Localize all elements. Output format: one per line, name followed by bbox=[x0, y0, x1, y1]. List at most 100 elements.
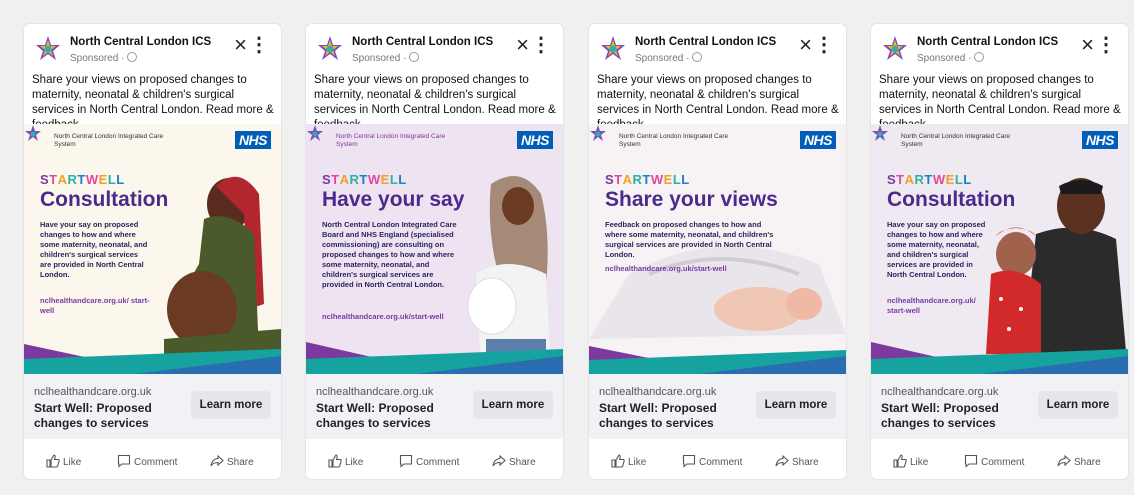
nhs-logo: NHS bbox=[234, 131, 271, 149]
post-footer: nclhealthandcare.org.uk Start Well: Prop… bbox=[306, 374, 563, 439]
action-bar: Like Comment Share bbox=[871, 454, 1128, 472]
thumbs-up-icon bbox=[611, 454, 625, 468]
ad-card-3: North Central London ICS Sponsored · × ⋮… bbox=[589, 24, 846, 479]
link-title[interactable]: Start Well: Proposed changes to services bbox=[34, 401, 174, 431]
ad-image[interactable]: North Central London Integrated Care Sys… bbox=[589, 124, 846, 374]
comment-button[interactable]: Comment bbox=[964, 454, 1024, 468]
sponsored-label: Sponsored · bbox=[635, 52, 703, 64]
ad-body: North Central London Integrated Care Boa… bbox=[322, 220, 457, 289]
comment-icon bbox=[117, 454, 131, 468]
link-domain[interactable]: nclhealthandcare.org.uk bbox=[316, 386, 433, 398]
ad-image[interactable]: North Central London Integrated Care Sys… bbox=[871, 124, 1128, 374]
thumbs-up-icon bbox=[46, 454, 60, 468]
like-label: Like bbox=[628, 457, 647, 468]
ad-image[interactable]: North Central London Integrated Care Sys… bbox=[24, 124, 281, 374]
like-label: Like bbox=[63, 457, 82, 468]
sponsored-label: Sponsored · bbox=[70, 52, 138, 64]
share-button[interactable]: Share bbox=[1057, 454, 1101, 468]
page-name[interactable]: North Central London ICS bbox=[70, 36, 211, 48]
nhs-logo: NHS bbox=[799, 131, 836, 149]
comment-label: Comment bbox=[981, 457, 1025, 468]
ad-link[interactable]: nclhealthandcare.org.uk/ start-well bbox=[40, 296, 150, 316]
page-name[interactable]: North Central London ICS bbox=[635, 36, 776, 48]
close-icon[interactable]: × bbox=[234, 34, 247, 56]
link-domain[interactable]: nclhealthandcare.org.uk bbox=[881, 386, 998, 398]
post-header: North Central London ICS Sponsored · × ⋮… bbox=[306, 24, 563, 132]
ncl-logo-icon[interactable] bbox=[881, 34, 909, 62]
sponsored-text: Sponsored · bbox=[635, 53, 690, 64]
share-icon bbox=[1057, 454, 1071, 467]
start-well-label: START WELL bbox=[322, 172, 407, 187]
learn-more-button[interactable]: Learn more bbox=[1038, 391, 1118, 419]
ncl-small-logo-icon bbox=[590, 125, 606, 141]
comment-button[interactable]: Comment bbox=[682, 454, 742, 468]
link-title[interactable]: Start Well: Proposed changes to services bbox=[599, 401, 739, 431]
ad-image[interactable]: North Central London Integrated Care Sys… bbox=[306, 124, 563, 374]
post-footer: nclhealthandcare.org.uk Start Well: Prop… bbox=[24, 374, 281, 439]
ncl-small-logo-icon bbox=[307, 125, 323, 141]
ad-card-1: North Central London ICS Sponsored · × ⋮… bbox=[24, 24, 281, 479]
comment-label: Comment bbox=[699, 457, 743, 468]
close-icon[interactable]: × bbox=[799, 34, 812, 56]
ad-link[interactable]: nclhealthandcare.org.uk/ start-well bbox=[887, 296, 987, 316]
share-label: Share bbox=[227, 457, 254, 468]
ad-link[interactable]: nclhealthandcare.org.uk/start-well bbox=[322, 312, 472, 322]
comment-button[interactable]: Comment bbox=[399, 454, 459, 468]
share-label: Share bbox=[792, 457, 819, 468]
ncl-logo-icon[interactable] bbox=[34, 34, 62, 62]
globe-icon bbox=[127, 52, 138, 62]
like-button[interactable]: Like bbox=[328, 454, 363, 468]
post-header: North Central London ICS Sponsored · × ⋮… bbox=[871, 24, 1128, 132]
start-well-label: START WELL bbox=[605, 172, 690, 187]
globe-icon bbox=[692, 52, 703, 62]
more-options-icon[interactable]: ⋮ bbox=[1096, 34, 1116, 56]
ad-headline: Have your say bbox=[322, 188, 465, 211]
nhs-logo: NHS bbox=[1081, 131, 1118, 149]
ad-body: Have your say on proposed changes to how… bbox=[40, 220, 148, 279]
share-button[interactable]: Share bbox=[775, 454, 819, 468]
share-button[interactable]: Share bbox=[492, 454, 536, 468]
ncl-logo-icon[interactable] bbox=[316, 34, 344, 62]
learn-more-button[interactable]: Learn more bbox=[756, 391, 836, 419]
more-options-icon[interactable]: ⋮ bbox=[531, 34, 551, 56]
action-bar: Like Comment Share bbox=[24, 454, 281, 472]
sponsored-text: Sponsored · bbox=[917, 53, 972, 64]
comment-icon bbox=[682, 454, 696, 468]
close-icon[interactable]: × bbox=[1081, 34, 1094, 56]
action-bar: Like Comment Share bbox=[589, 454, 846, 472]
nhs-logo: NHS bbox=[516, 131, 553, 149]
link-domain[interactable]: nclhealthandcare.org.uk bbox=[599, 386, 716, 398]
comment-button[interactable]: Comment bbox=[117, 454, 177, 468]
share-button[interactable]: Share bbox=[210, 454, 254, 468]
ad-body: Feedback on proposed changes to how and … bbox=[605, 220, 774, 259]
like-button[interactable]: Like bbox=[46, 454, 81, 468]
page-name[interactable]: North Central London ICS bbox=[352, 36, 493, 48]
learn-more-button[interactable]: Learn more bbox=[473, 391, 553, 419]
ncl-small-logo-icon bbox=[25, 125, 41, 141]
globe-icon bbox=[974, 52, 985, 62]
sponsored-text: Sponsored · bbox=[70, 53, 125, 64]
ad-card-2: North Central London ICS Sponsored · × ⋮… bbox=[306, 24, 563, 479]
start-well-label: START WELL bbox=[40, 172, 125, 187]
share-icon bbox=[210, 454, 224, 467]
comment-label: Comment bbox=[134, 457, 178, 468]
comment-icon bbox=[964, 454, 978, 468]
thumbs-up-icon bbox=[893, 454, 907, 468]
ad-headline: Consultation bbox=[887, 188, 1016, 211]
ncl-logo-icon[interactable] bbox=[599, 34, 627, 62]
link-domain[interactable]: nclhealthandcare.org.uk bbox=[34, 386, 151, 398]
post-header: North Central London ICS Sponsored · × ⋮… bbox=[589, 24, 846, 132]
ncl-small-logo-icon bbox=[872, 125, 888, 141]
page-name[interactable]: North Central London ICS bbox=[917, 36, 1058, 48]
share-label: Share bbox=[1074, 457, 1101, 468]
more-options-icon[interactable]: ⋮ bbox=[814, 34, 834, 56]
more-options-icon[interactable]: ⋮ bbox=[249, 34, 269, 56]
link-title[interactable]: Start Well: Proposed changes to services bbox=[316, 401, 456, 431]
like-button[interactable]: Like bbox=[611, 454, 646, 468]
link-title[interactable]: Start Well: Proposed changes to services bbox=[881, 401, 1021, 431]
ad-link[interactable]: nclhealthandcare.org.uk/start-well bbox=[605, 264, 785, 274]
close-icon[interactable]: × bbox=[516, 34, 529, 56]
like-button[interactable]: Like bbox=[893, 454, 928, 468]
post-header: North Central London ICS Sponsored · × ⋮… bbox=[24, 24, 281, 132]
learn-more-button[interactable]: Learn more bbox=[191, 391, 271, 419]
